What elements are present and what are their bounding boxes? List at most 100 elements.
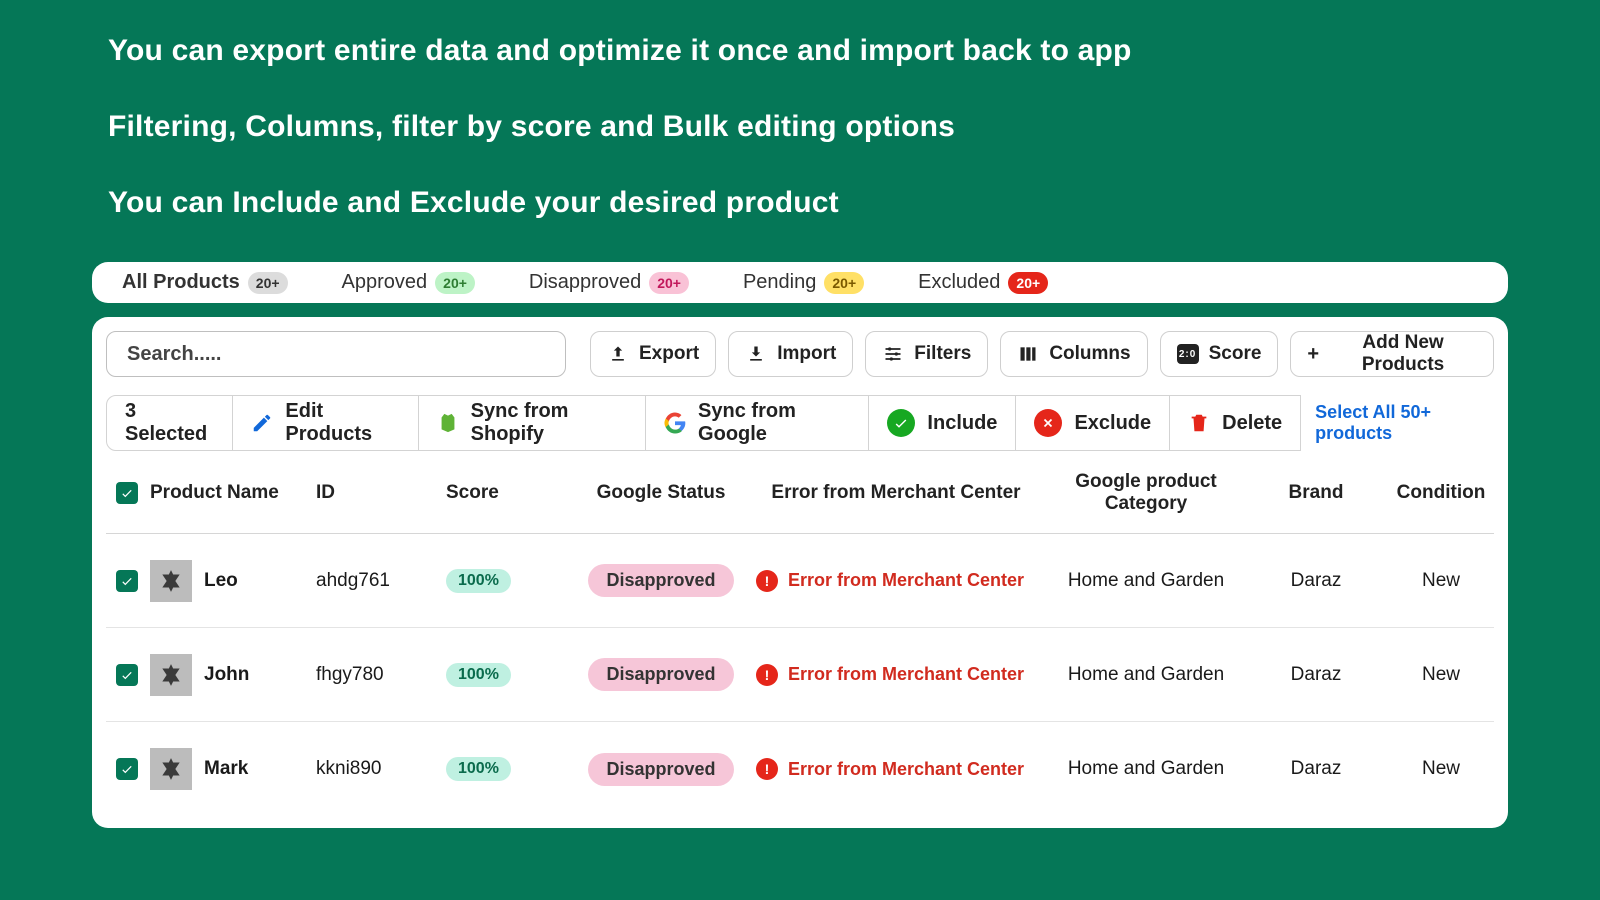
status-tabs: All Products 20+ Approved 20+ Disapprove… [92, 262, 1508, 303]
button-label: Delete [1222, 412, 1282, 435]
condition-cell: New [1422, 664, 1460, 686]
tab-all-products[interactable]: All Products 20+ [122, 271, 288, 294]
products-panel: Export Import Filters Columns [92, 317, 1508, 828]
table-row: Leo ahdg761 100% Disapproved ! Error fro… [106, 534, 1494, 628]
col-condition: Condition [1397, 482, 1486, 504]
tab-count-badge: 20+ [1008, 272, 1048, 294]
check-circle-icon [887, 409, 915, 437]
button-label: Add New Products [1329, 332, 1477, 376]
product-name: Leo [204, 570, 238, 592]
error-cell: ! Error from Merchant Center [756, 570, 1036, 592]
headline-3: You can Include and Exclude your desired… [108, 186, 1492, 220]
col-category: Google product Category [1036, 471, 1256, 515]
include-button[interactable]: Include [869, 395, 1016, 451]
product-thumbnail [150, 748, 192, 790]
button-label: Edit Products [285, 400, 399, 446]
columns-icon [1017, 343, 1039, 365]
col-product-name: Product Name [150, 482, 279, 504]
col-error: Error from Merchant Center [771, 482, 1020, 504]
headline-2: Filtering, Columns, filter by score and … [108, 110, 1492, 144]
product-id: fhgy780 [316, 664, 446, 686]
row-checkbox[interactable] [116, 570, 138, 592]
condition-cell: New [1422, 570, 1460, 592]
tab-label: Pending [743, 271, 816, 294]
brand-cell: Daraz [1291, 570, 1342, 592]
headline-1: You can export entire data and optimize … [108, 34, 1492, 68]
button-label: Sync from Google [698, 400, 850, 446]
col-brand: Brand [1289, 482, 1344, 504]
table-row: John fhgy780 100% Disapproved ! Error fr… [106, 628, 1494, 722]
google-status-badge: Disapproved [588, 658, 733, 691]
import-button[interactable]: Import [728, 331, 853, 377]
sliders-icon [882, 343, 904, 365]
product-id: ahdg761 [316, 570, 446, 592]
bulk-action-bar: 3 Selected Edit Products Sync from Shopi… [106, 395, 1494, 451]
columns-button[interactable]: Columns [1000, 331, 1147, 377]
error-cell: ! Error from Merchant Center [756, 758, 1036, 780]
select-all-link[interactable]: Select All 50+ products [1315, 395, 1494, 451]
button-label: Sync from Shopify [471, 400, 627, 446]
error-text: Error from Merchant Center [788, 664, 1024, 685]
search-input-wrap[interactable] [106, 331, 566, 377]
toolbar: Export Import Filters Columns [106, 331, 1494, 377]
button-label: Import [777, 343, 836, 365]
import-icon [745, 343, 767, 365]
tab-approved[interactable]: Approved 20+ [342, 271, 475, 294]
score-badge: 100% [446, 663, 511, 687]
brand-cell: Daraz [1291, 758, 1342, 780]
score-button[interactable]: 2:0 Score [1160, 331, 1279, 377]
tab-pending[interactable]: Pending 20+ [743, 271, 864, 294]
table-header: Product Name ID Score Google Status Erro… [106, 471, 1494, 534]
tab-label: Disapproved [529, 271, 641, 294]
add-new-products-button[interactable]: + Add New Products [1290, 331, 1494, 377]
tab-disapproved[interactable]: Disapproved 20+ [529, 271, 689, 294]
error-icon: ! [756, 664, 778, 686]
sync-google-button[interactable]: Sync from Google [646, 395, 869, 451]
tab-label: Approved [342, 271, 428, 294]
pencil-icon [251, 412, 273, 434]
score-badge: 100% [446, 569, 511, 593]
category-cell: Home and Garden [1068, 570, 1224, 592]
export-icon [607, 343, 629, 365]
export-button[interactable]: Export [590, 331, 716, 377]
condition-cell: New [1422, 758, 1460, 780]
selected-count-label: 3 Selected [125, 400, 214, 446]
edit-products-button[interactable]: Edit Products [233, 395, 418, 451]
selected-count: 3 Selected [106, 395, 233, 451]
button-label: Export [639, 343, 699, 365]
tab-count-badge: 20+ [248, 272, 288, 294]
search-input[interactable] [127, 343, 545, 366]
sync-shopify-button[interactable]: Sync from Shopify [419, 395, 646, 451]
filters-button[interactable]: Filters [865, 331, 988, 377]
delete-button[interactable]: Delete [1170, 395, 1301, 451]
category-cell: Home and Garden [1068, 758, 1224, 780]
link-label: Select All 50+ products [1315, 402, 1494, 444]
tab-label: Excluded [918, 271, 1000, 294]
select-all-checkbox[interactable] [116, 482, 138, 504]
exclude-button[interactable]: Exclude [1016, 395, 1170, 451]
plus-icon: + [1307, 344, 1319, 364]
button-label: Exclude [1074, 412, 1151, 435]
button-label: Columns [1049, 343, 1130, 365]
row-checkbox[interactable] [116, 758, 138, 780]
tab-excluded[interactable]: Excluded 20+ [918, 271, 1048, 294]
google-icon [664, 412, 686, 434]
tab-count-badge: 20+ [435, 272, 475, 294]
row-checkbox[interactable] [116, 664, 138, 686]
product-name: John [204, 664, 249, 686]
col-score: Score [446, 482, 566, 504]
button-label: Filters [914, 343, 971, 365]
google-status-badge: Disapproved [588, 753, 733, 786]
shopify-icon [437, 412, 459, 434]
google-status-badge: Disapproved [588, 564, 733, 597]
col-id: ID [316, 482, 446, 504]
category-cell: Home and Garden [1068, 664, 1224, 686]
tab-label: All Products [122, 271, 240, 294]
x-circle-icon [1034, 409, 1062, 437]
error-icon: ! [756, 570, 778, 592]
table-row: Mark kkni890 100% Disapproved ! Error fr… [106, 722, 1494, 816]
error-text: Error from Merchant Center [788, 570, 1024, 591]
button-label: Include [927, 412, 997, 435]
product-name: Mark [204, 758, 248, 780]
trash-icon [1188, 412, 1210, 434]
